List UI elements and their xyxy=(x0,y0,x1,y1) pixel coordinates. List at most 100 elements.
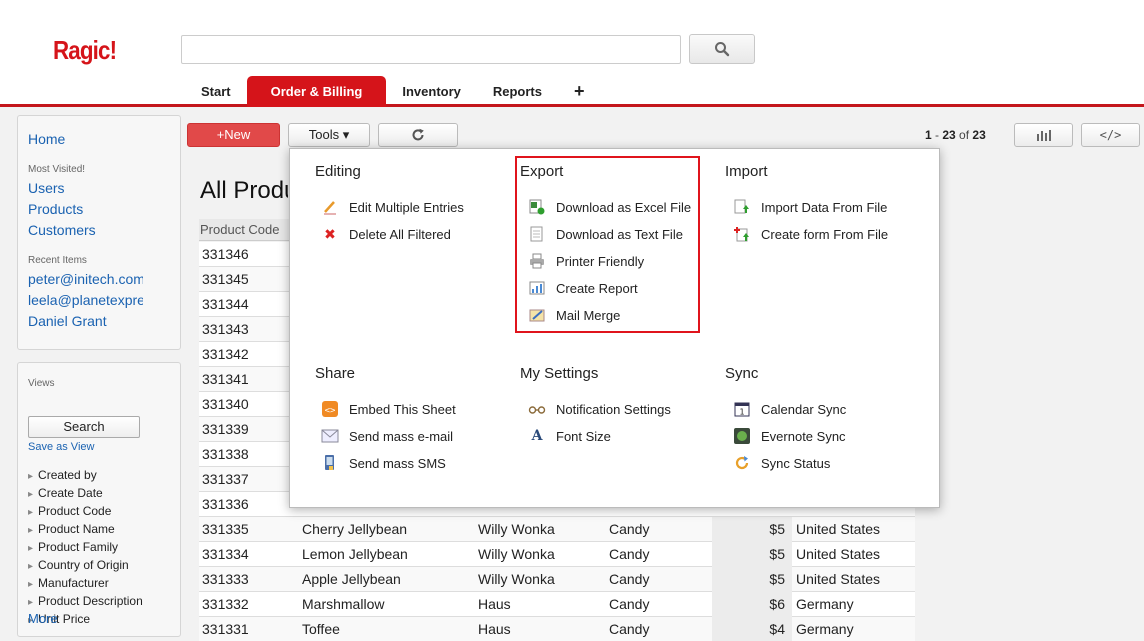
menu-label: Download as Text File xyxy=(556,226,683,242)
menu-evernote-sync[interactable]: Evernote Sync xyxy=(733,427,846,445)
table-row[interactable]: 331333 Apple Jellybean Willy Wonka Candy… xyxy=(199,567,915,592)
sidebar-item-products[interactable]: Products xyxy=(28,201,83,217)
cell-product-code: 331336 xyxy=(202,496,249,512)
menu-mail-merge[interactable]: Mail Merge xyxy=(528,306,620,324)
cell-product-family: Candy xyxy=(609,596,650,612)
tab-inventory[interactable]: Inventory xyxy=(386,76,477,107)
cell-manufacturer: Willy Wonka xyxy=(478,571,555,587)
embed-code-button[interactable]: </> xyxy=(1081,123,1140,147)
pager-total: 23 xyxy=(972,128,986,142)
menu-font-size[interactable]: A Font Size xyxy=(528,427,611,445)
menu-label: Create form From File xyxy=(761,226,889,242)
menu-label: Send mass SMS xyxy=(349,455,446,471)
filter-item[interactable]: Product Family xyxy=(28,539,143,557)
filter-item[interactable]: Country of Origin xyxy=(28,557,143,575)
save-as-view-link[interactable]: Save as View xyxy=(28,441,94,453)
chart-view-button[interactable] xyxy=(1014,123,1073,147)
top-header: Ragic! Start Order & Billing Inventory R… xyxy=(0,0,1144,107)
filter-item[interactable]: Product Code xyxy=(28,503,143,521)
sidebar-navigation: Home Most Visited! Users Products Custom… xyxy=(17,115,181,350)
font-size-icon: A xyxy=(531,428,543,444)
menu-send-mass-sms[interactable]: Send mass SMS xyxy=(321,454,446,472)
tab-reports[interactable]: Reports xyxy=(477,76,558,107)
cell-product-name: Lemon Jellybean xyxy=(302,546,408,562)
menu-label: Notification Settings xyxy=(556,401,671,417)
more-filters-link[interactable]: More xyxy=(28,611,58,626)
section-title-import: Import xyxy=(725,163,768,180)
menu-delete-all-filtered[interactable]: ✖ Delete All Filtered xyxy=(321,225,451,243)
menu-label: Edit Multiple Entries xyxy=(349,199,464,215)
filter-item[interactable]: Product Name xyxy=(28,521,143,539)
cell-country: United States xyxy=(796,546,881,562)
tab-start[interactable]: Start xyxy=(185,76,247,107)
menu-calendar-sync[interactable]: 1 Calendar Sync xyxy=(733,400,846,418)
pencil-icon xyxy=(321,198,339,216)
recent-item-peter[interactable]: peter@initech.com xyxy=(28,271,143,287)
table-row[interactable]: 331331 Toffee Haus Candy $4 Germany xyxy=(199,617,915,641)
new-entry-button[interactable]: +New xyxy=(187,123,280,147)
sidebar-item-users[interactable]: Users xyxy=(28,180,65,196)
menu-import-data[interactable]: Import Data From File xyxy=(733,198,887,216)
filter-item[interactable]: Created by xyxy=(28,467,143,485)
code-icon: </> xyxy=(1099,128,1122,142)
pagination-info: 1 - 23 of 23 xyxy=(925,128,986,142)
menu-sync-status[interactable]: Sync Status xyxy=(733,454,830,472)
cell-unit-price: $5 xyxy=(712,567,792,592)
pager-of: of xyxy=(955,128,973,142)
cell-product-family: Candy xyxy=(609,571,650,587)
notification-glasses-icon xyxy=(528,400,546,418)
menu-label: Mail Merge xyxy=(556,307,621,323)
bar-chart-icon xyxy=(1036,130,1051,141)
cell-product-name: Cherry Jellybean xyxy=(302,521,408,537)
table-row[interactable]: 331335 Cherry Jellybean Willy Wonka Cand… xyxy=(199,517,915,542)
section-title-my-settings: My Settings xyxy=(520,365,599,382)
printer-icon xyxy=(528,252,546,270)
recent-item-leela[interactable]: leela@planetexpres xyxy=(28,292,143,308)
menu-notification-settings[interactable]: Notification Settings xyxy=(528,400,671,418)
pager-start: 1 xyxy=(925,128,932,142)
filter-item[interactable]: Manufacturer xyxy=(28,575,143,593)
filter-field-list: Created by Create Date Product Code Prod… xyxy=(28,467,143,629)
menu-send-mass-email[interactable]: Send mass e-mail xyxy=(321,427,453,445)
menu-create-report[interactable]: Create Report xyxy=(528,279,638,297)
cell-product-code: 331333 xyxy=(202,571,249,587)
menu-download-excel[interactable]: Download as Excel File xyxy=(528,198,691,216)
views-search-button[interactable]: Search xyxy=(28,416,140,438)
table-row[interactable]: 331334 Lemon Jellybean Willy Wonka Candy… xyxy=(199,542,915,567)
cell-country: Germany xyxy=(796,596,854,612)
recent-item-daniel[interactable]: Daniel Grant xyxy=(28,313,107,329)
sidebar-item-customers[interactable]: Customers xyxy=(28,222,96,238)
search-icon xyxy=(715,42,730,57)
menu-download-text[interactable]: Download as Text File xyxy=(528,225,683,243)
refresh-icon xyxy=(412,128,424,141)
sync-status-icon xyxy=(733,454,751,472)
sidebar-home-link[interactable]: Home xyxy=(28,131,65,147)
tools-dropdown-button[interactable]: Tools ▾ xyxy=(288,123,370,147)
evernote-icon xyxy=(733,427,751,445)
cell-country: Germany xyxy=(796,621,854,637)
menu-label: Send mass e-mail xyxy=(349,428,454,444)
global-search-button[interactable] xyxy=(689,34,755,64)
create-form-icon xyxy=(733,225,751,243)
global-search-input[interactable] xyxy=(181,35,681,64)
cell-product-code: 331339 xyxy=(202,421,249,437)
cell-product-name: Apple Jellybean xyxy=(302,571,401,587)
cell-product-code: 331331 xyxy=(202,621,249,637)
column-header-product-code[interactable]: Product Code xyxy=(199,219,289,241)
menu-label: Download as Excel File xyxy=(556,199,692,215)
menu-create-form-from-file[interactable]: Create form From File xyxy=(733,225,888,243)
ragic-logo[interactable]: Ragic! xyxy=(53,35,117,66)
menu-label: Import Data From File xyxy=(761,199,888,215)
filter-item[interactable]: Create Date xyxy=(28,485,143,503)
menu-edit-multiple-entries[interactable]: Edit Multiple Entries xyxy=(321,198,464,216)
tab-order-billing[interactable]: Order & Billing xyxy=(246,76,387,107)
table-row[interactable]: 331332 Marshmallow Haus Candy $6 Germany xyxy=(199,592,915,617)
menu-embed-sheet[interactable]: <> Embed This Sheet xyxy=(321,400,456,418)
cell-manufacturer: Willy Wonka xyxy=(478,521,555,537)
pager-end: 23 xyxy=(942,128,956,142)
menu-printer-friendly[interactable]: Printer Friendly xyxy=(528,252,644,270)
tools-dropdown-menu: Editing Edit Multiple Entries ✖ Delete A… xyxy=(289,148,940,508)
add-tab-button[interactable]: + xyxy=(558,76,601,107)
filter-item[interactable]: Product Description xyxy=(28,593,143,611)
refresh-button[interactable] xyxy=(378,123,458,147)
